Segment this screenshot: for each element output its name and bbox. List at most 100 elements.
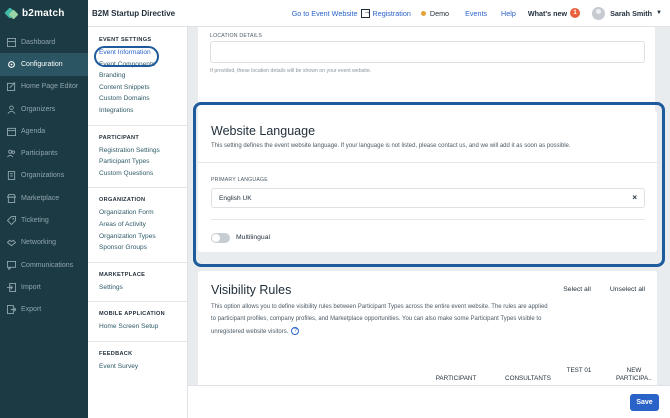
menu-item-sponsor-groups[interactable]: Sponsor Groups [88,242,187,254]
sidebar-item-label: Communications [21,261,74,269]
sidebar-item-label: Marketplace [21,194,60,202]
sidebar-item-marketplace[interactable]: Marketplace [0,187,88,209]
menu-item-custom-questions[interactable]: Custom Questions [88,168,187,180]
calendar-icon [7,127,16,136]
sidebar-item-label: Networking [21,239,57,247]
building-icon [7,171,16,181]
chat-icon [7,260,16,270]
sidebar-item-networking[interactable]: Networking [0,232,88,254]
whats-new-label: What's new [527,8,568,18]
sidebar-item-dashboard[interactable]: Dashboard [0,31,88,53]
menu-item-event-components[interactable]: Event Components [88,59,187,71]
select-all-button[interactable]: Select all [563,286,591,293]
registration-link[interactable]: Registration [373,9,411,18]
menu-item-participant-types[interactable]: Participant Types [88,156,187,168]
sidebar-item-label: Organizations [21,172,65,180]
sidebar-item-organizers[interactable]: Organizers [0,98,88,120]
location-hint: If provided, these location details will… [210,68,372,74]
menu-item-organization-form[interactable]: Organization Form [88,207,187,219]
website-language-card: Website Language This setting defines th… [198,111,657,252]
primary-language-value: English UK [219,194,252,202]
sidebar-item-ticketing[interactable]: Ticketing [0,209,88,231]
save-button[interactable]: Save [630,394,659,411]
user-name: Sarah Smith [610,8,653,18]
menu-item-organization-types[interactable]: Organization Types [88,231,187,243]
multilingual-toggle[interactable] [211,233,230,243]
menu-item-marketplace-settings[interactable]: Settings [88,282,187,294]
brand-name: b2match [22,7,65,19]
sidebar-item-export[interactable]: Export [0,299,88,321]
external-link-icon[interactable] [360,7,372,18]
sidebar-item-agenda[interactable]: Agenda [0,120,88,142]
whats-new-button[interactable]: What's new 1 [527,8,581,18]
sidebar-item-home-page-editor[interactable]: Home Page Editor [0,76,88,98]
settings-menu: EVENT SETTINGS Event Information Event C… [88,27,188,418]
sidebar-item-communications[interactable]: Communications [0,254,88,276]
sidebar-item-configuration[interactable]: Configuration [0,53,88,76]
menu-item-areas-of-activity[interactable]: Areas of Activity [88,219,187,231]
main-sidebar: Dashboard Configuration Home Page Editor… [0,27,88,418]
brand-logo[interactable]: b2match [0,0,88,27]
gear-icon [7,60,16,69]
menu-item-event-survey[interactable]: Event Survey [88,361,187,373]
sidebar-item-label: Dashboard [21,38,56,46]
main-content: LOCATION DETAILS If provided, these loca… [188,27,670,418]
notification-badge: 1 [570,8,581,18]
demo-status[interactable]: Demo [420,8,450,18]
networking-icon [7,238,16,247]
clear-icon[interactable]: × [632,193,637,202]
location-details-input[interactable] [210,41,645,63]
menu-item-branding[interactable]: Branding [88,70,187,82]
b2match-logo-icon [6,7,18,19]
primary-language-select[interactable]: English UK × [211,188,645,208]
menu-item-home-screen-setup[interactable]: Home Screen Setup [88,321,187,333]
column-header-new-participant: NEW PARTICIPA... [616,367,652,382]
avatar [592,6,606,20]
menu-item-content-snippets[interactable]: Content Snippets [88,82,187,94]
sidebar-item-label: Ticketing [21,217,49,225]
sidebar-item-label: Home Page Editor [21,83,79,91]
events-link[interactable]: Events [465,9,487,18]
top-nav: Go to Event Website Registration Demo Ev… [282,0,670,27]
visibility-rules-description: This option allows you to define visibil… [211,301,551,338]
export-icon [7,305,16,315]
demo-label: Demo [429,8,450,18]
status-dot-icon [420,10,426,16]
users-icon [7,104,16,114]
sidebar-item-label: Configuration [21,60,63,68]
sidebar-item-label: Participants [21,150,58,158]
save-bar: Save [188,385,670,418]
location-card: LOCATION DETAILS If provided, these loca… [198,27,655,115]
help-link[interactable]: Help [501,9,516,18]
location-details-label: LOCATION DETAILS [210,33,263,39]
sidebar-item-label: Agenda [21,127,46,135]
import-icon [7,282,16,292]
sidebar-item-label: Import [21,283,41,291]
event-name: B2M Startup Directive [92,9,176,18]
help-icon[interactable]: ? [291,327,300,336]
menu-item-registration-settings[interactable]: Registration Settings [88,145,187,157]
marketplace-icon [7,193,16,203]
sidebar-item-participants[interactable]: Participants [0,142,88,164]
user-menu[interactable]: Sarah Smith ▼ [592,6,662,20]
primary-language-label: PRIMARY LANGUAGE [211,177,268,183]
sidebar-item-label: Organizers [21,105,56,113]
column-header-participant: PARTICIPANT [435,375,477,382]
participants-icon [7,149,16,158]
sidebar-item-import[interactable]: Import [0,276,88,298]
goto-event-website-link[interactable]: Go to Event Website [292,9,358,18]
website-language-title: Website Language [211,124,316,138]
unselect-all-button[interactable]: Unselect all [610,286,645,293]
multilingual-label: Multilingual [236,234,271,241]
sidebar-item-organizations[interactable]: Organizations [0,165,88,187]
visibility-actions: Select all Unselect all [544,286,645,293]
visibility-rules-text: This option allows you to define visibil… [211,304,548,335]
chevron-down-icon: ▼ [656,10,662,16]
menu-item-custom-domains[interactable]: Custom Domains [88,93,187,105]
dashboard-icon [7,37,16,47]
menu-item-integrations[interactable]: Integrations [88,105,187,117]
menu-item-event-information[interactable]: Event Information [88,47,187,59]
sidebar-item-label: Export [21,306,42,314]
column-header-consultants: CONSULTANTS [505,375,551,382]
divider [211,219,645,220]
